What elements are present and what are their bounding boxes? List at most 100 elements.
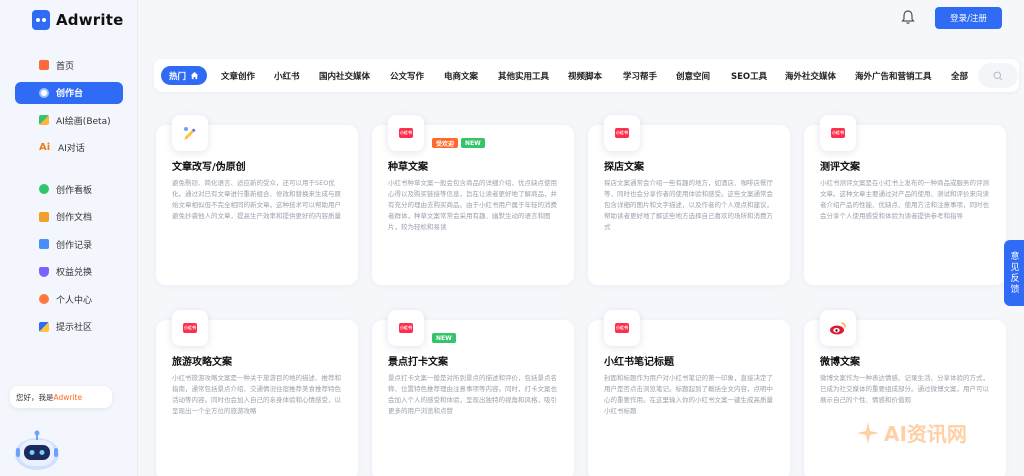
- sidebar-item-community[interactable]: 提示社区: [15, 316, 123, 338]
- tab-domestic-social[interactable]: 国内社交媒体: [319, 66, 370, 85]
- tab-ecommerce[interactable]: 电商文案: [444, 66, 478, 85]
- tab-creative-space[interactable]: 创意空间: [676, 66, 710, 85]
- card-title: 文章改写/伪原创: [172, 162, 246, 173]
- xiaohongshu-icon: 小红书: [831, 128, 845, 138]
- card-icon: 小红书: [604, 115, 640, 151]
- card-title: 微博文案: [820, 357, 860, 368]
- card-badges: 受欢迎 NEW: [432, 138, 485, 148]
- sidebar-item-rights[interactable]: 权益兑换: [15, 261, 123, 283]
- tab-study-helper[interactable]: 学习帮手: [623, 66, 657, 85]
- feedback-button[interactable]: 意见反馈: [1004, 240, 1024, 306]
- nav-divider: [15, 164, 123, 178]
- assistant-brand: Adwrite: [53, 392, 83, 402]
- community-icon: [39, 321, 49, 332]
- sidebar-item-label: 创作记录: [56, 240, 93, 251]
- template-card[interactable]: 小红书 小红书笔记标题 封面和标题作为用户对小红书笔记的第一印象，直接决定了用户…: [588, 310, 790, 476]
- sidebar-item-ai-paint[interactable]: AI绘画(Beta): [15, 109, 123, 131]
- robot-logo-icon: [32, 10, 50, 30]
- sidebar-item-label: 创作看板: [56, 185, 93, 196]
- card-description: 避免剽窃、简化语言、适应新的受众，还可以用于SEO优化。通过对已有文章进行重新组…: [172, 179, 341, 220]
- weibo-icon: [830, 322, 846, 335]
- tab-all[interactable]: 全部: [951, 66, 968, 85]
- card-title: 景点打卡文案: [388, 357, 448, 368]
- tab-label: 热门: [169, 71, 187, 82]
- app-name: Adwrite: [56, 11, 124, 29]
- card-icon: 小红书: [388, 310, 424, 346]
- card-icon: [172, 115, 208, 151]
- template-card[interactable]: 小红书 探店文案 探店文案通常会介绍一些有趣的地方，如酒店、咖啡店餐厅等，同时也…: [588, 115, 790, 285]
- xiaohongshu-icon: 小红书: [615, 323, 629, 333]
- tab-article[interactable]: 文章创作: [221, 66, 255, 85]
- sidebar-nav: 首页 创作台 AI绘画(Beta) Ai AI对话 创作看板 创作文档 创作记录: [15, 54, 123, 343]
- watermark-text: AI资讯网: [884, 422, 967, 446]
- sidebar-item-records[interactable]: 创作记录: [15, 233, 123, 255]
- card-title: 测评文案: [820, 162, 860, 173]
- docs-icon: [39, 211, 49, 222]
- popular-badge: 受欢迎: [432, 138, 459, 148]
- app-logo[interactable]: Adwrite: [32, 10, 124, 30]
- assistant-greeting-text: 您好，我是: [16, 392, 54, 402]
- assistant-greeting[interactable]: 您好，我是 Adwrite: [10, 386, 112, 408]
- sidebar-item-ai-chat[interactable]: Ai AI对话: [15, 137, 123, 159]
- sidebar-item-profile[interactable]: 个人中心: [15, 288, 123, 310]
- home-icon: [39, 60, 49, 70]
- xiaohongshu-icon: 小红书: [399, 128, 413, 138]
- crown-icon: [39, 266, 49, 277]
- create-icon: [39, 87, 49, 98]
- card-icon: 小红书: [820, 115, 856, 151]
- search-button[interactable]: [978, 63, 1018, 88]
- board-icon: [39, 184, 49, 194]
- sidebar-item-board[interactable]: 创作看板: [15, 178, 123, 200]
- search-icon: [993, 71, 1003, 80]
- card-title: 旅游攻略文案: [172, 357, 232, 368]
- sidebar-item-label: AI对话: [58, 144, 85, 154]
- tab-xiaohongshu[interactable]: 小红书: [274, 66, 300, 85]
- card-icon: 小红书: [388, 115, 424, 151]
- tab-seo-tools[interactable]: SEO工具: [731, 66, 767, 85]
- sidebar-item-label: 权益兑换: [56, 268, 93, 278]
- card-title: 种草文案: [388, 162, 428, 173]
- bell-icon[interactable]: [900, 9, 916, 25]
- sidebar-item-label: 创作文档: [56, 213, 93, 223]
- card-description: 小红书测评文案是在小红书上发布的一种商品或服务的评测文章。这种文章主要通过对产品…: [820, 179, 989, 220]
- tab-utilities[interactable]: 其他实用工具: [498, 66, 549, 85]
- template-card[interactable]: 小红书 NEW 景点打卡文案 景点打卡文案一般是对所到景点的描述和评价，包括景点…: [372, 310, 574, 476]
- sidebar-item-label: 首页: [56, 61, 75, 72]
- ai-chat-icon: Ai: [39, 141, 51, 153]
- tab-hot[interactable]: 热门: [161, 66, 208, 85]
- sidebar-item-home[interactable]: 首页: [15, 54, 123, 76]
- robot-assistant-icon[interactable]: [12, 428, 62, 472]
- card-icon: 小红书: [604, 310, 640, 346]
- sidebar-item-label: 提示社区: [56, 323, 93, 333]
- sidebar-item-docs[interactable]: 创作文档: [15, 206, 123, 228]
- tab-video-script[interactable]: 视频脚本: [568, 66, 602, 85]
- xiaohongshu-icon: 小红书: [615, 128, 629, 138]
- tab-official-writing[interactable]: 公文写作: [390, 66, 424, 85]
- tab-overseas-ads[interactable]: 海外广告和营销工具: [855, 66, 932, 85]
- new-badge: NEW: [461, 138, 485, 148]
- home-icon: [190, 71, 199, 80]
- card-description: 探店文案通常会介绍一些有趣的地方，如酒店、咖啡店餐厅等，同时也会分享作者的使用体…: [604, 179, 773, 231]
- new-badge: NEW: [432, 333, 456, 343]
- card-icon: [820, 310, 856, 346]
- card-icon: 小红书: [172, 310, 208, 346]
- card-title: 小红书笔记标题: [604, 357, 674, 368]
- template-card[interactable]: 小红书 受欢迎 NEW 种草文案 小红书种草文案一般会包含商品的详细介绍、优点缺…: [372, 115, 574, 285]
- template-card[interactable]: 微博文案 微博文案作为一种表达情感、记录生活、分享体验的方式，已成为社交媒体的重…: [804, 310, 1006, 476]
- xiaohongshu-icon: 小红书: [183, 323, 197, 333]
- template-card[interactable]: 小红书 测评文案 小红书测评文案是在小红书上发布的一种商品或服务的评测文章。这种…: [804, 115, 1006, 285]
- sidebar-item-create[interactable]: 创作台: [15, 81, 123, 104]
- card-badges: NEW: [432, 333, 456, 343]
- card-title: 探店文案: [604, 162, 644, 173]
- sidebar: Adwrite 首页 创作台 AI绘画(Beta) Ai AI对话 创作看板 创…: [0, 0, 138, 476]
- sparkle-icon: [857, 421, 879, 444]
- login-register-button[interactable]: 登录/注册: [935, 7, 1002, 29]
- tab-overseas-social[interactable]: 海外社交媒体: [785, 66, 836, 85]
- template-card[interactable]: 文章改写/伪原创 避免剽窃、简化语言、适应新的受众，还可以用于SEO优化。通过对…: [156, 115, 358, 285]
- card-description: 小红书种草文案一般会包含商品的详细介绍、优点缺点使用心得以及购买链接等信息，旨在…: [388, 179, 557, 231]
- card-description: 景点打卡文案一般是对所到景点的描述和评价，包括景点名称、位置特色推荐理由注意事项…: [388, 374, 557, 415]
- card-description: 微博文案作为一种表达情感、记录生活、分享体验的方式，已成为社交媒体的重要组成部分…: [820, 374, 989, 404]
- pen-icon: [184, 127, 196, 140]
- sidebar-item-label: 创作台: [56, 89, 84, 99]
- template-card[interactable]: 小红书 旅游攻略文案 小红书旅游攻略文案是一种关于旅游目的地的描述、推荐和指南，…: [156, 310, 358, 476]
